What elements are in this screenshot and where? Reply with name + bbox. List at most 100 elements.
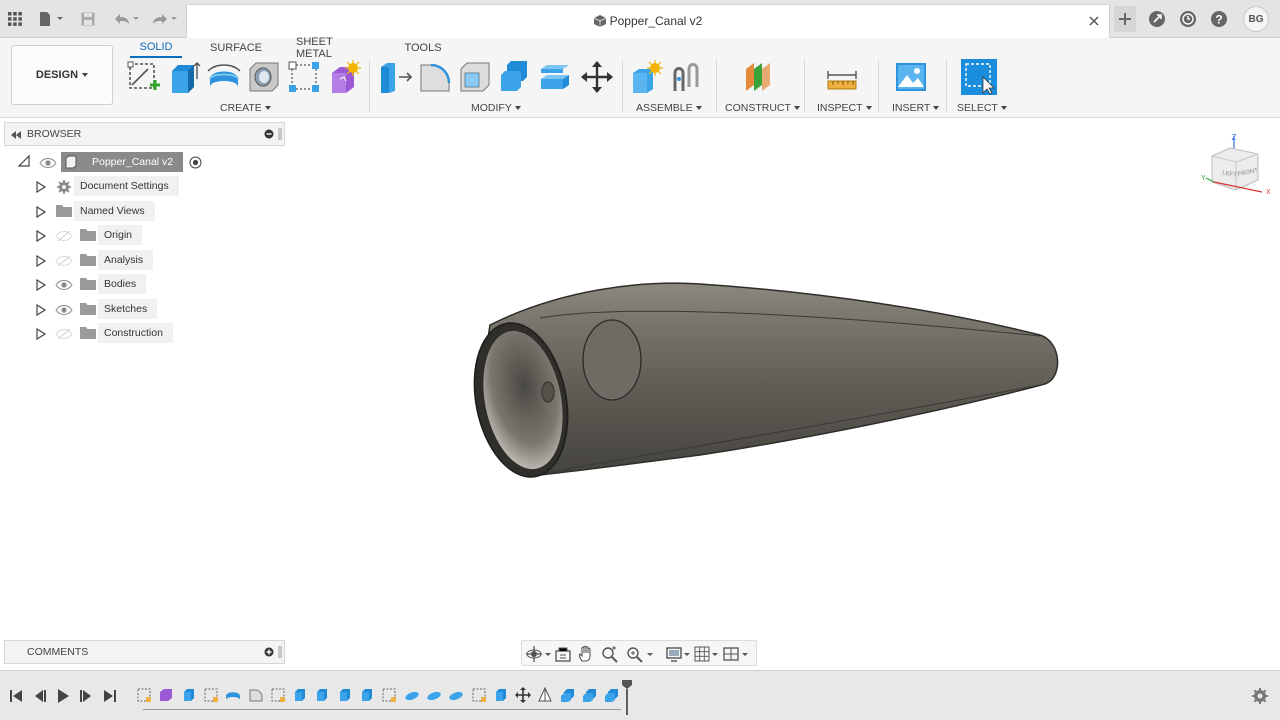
inspect-menu[interactable]: INSPECT — [817, 101, 872, 115]
new-tab-icon[interactable] — [1114, 6, 1136, 32]
tree-root-expander[interactable] — [17, 154, 31, 168]
extrude-feature-icon[interactable] — [292, 687, 308, 703]
browser-panel-header[interactable]: BROWSER — [4, 122, 285, 146]
extrude-feature-icon[interactable] — [493, 687, 509, 703]
minus-circle-icon[interactable] — [264, 129, 274, 139]
expand-chevron-icon[interactable] — [35, 205, 47, 218]
expand-chevron-icon[interactable] — [35, 278, 47, 292]
offset-face-icon[interactable] — [537, 59, 573, 95]
tree-item[interactable]: Sketches — [98, 298, 158, 319]
timeline-next-icon[interactable] — [78, 688, 94, 704]
tab-tools[interactable]: TOOLS — [400, 38, 446, 58]
combine-feature-icon[interactable] — [560, 687, 576, 703]
eye-hidden-icon[interactable] — [55, 327, 73, 340]
expand-chevron-icon[interactable] — [35, 303, 47, 316]
timeline-play-icon[interactable] — [55, 688, 71, 704]
insert-menu[interactable]: INSERT — [892, 101, 940, 115]
create-sketch-icon[interactable] — [126, 59, 162, 95]
tab-sheet-metal[interactable]: SHEET METAL — [296, 36, 370, 60]
combine-feature-icon[interactable] — [604, 687, 620, 703]
eye-icon[interactable] — [39, 156, 57, 168]
offset-plane-icon[interactable] — [740, 59, 776, 95]
revolve-icon[interactable] — [206, 59, 242, 95]
workspace-switcher-button[interactable]: DESIGN — [11, 45, 113, 105]
collapse-panel-icon[interactable] — [10, 130, 22, 140]
tree-item[interactable]: Document Settings — [74, 176, 179, 196]
tab-solid[interactable]: SOLID — [130, 38, 182, 58]
timeline-last-icon[interactable] — [102, 688, 118, 704]
activate-component-icon[interactable] — [189, 156, 202, 169]
panel-drag-handle[interactable] — [278, 128, 282, 140]
save-icon[interactable] — [77, 8, 99, 30]
eye-icon[interactable] — [55, 303, 73, 315]
panel-drag-handle[interactable] — [278, 646, 282, 658]
shell-icon[interactable] — [457, 59, 493, 95]
zoom-window-icon[interactable] — [600, 645, 622, 663]
help-icon[interactable]: ? — [1208, 8, 1230, 30]
assemble-menu[interactable]: ASSEMBLE — [636, 101, 702, 115]
sketch-feature-icon[interactable] — [270, 687, 286, 703]
extrude-icon[interactable] — [166, 59, 202, 95]
redo-icon[interactable] — [146, 8, 180, 30]
history-icon[interactable] — [1177, 8, 1199, 30]
display-settings-icon[interactable] — [665, 645, 691, 663]
pan-hand-icon[interactable] — [576, 645, 598, 663]
file-icon[interactable] — [36, 8, 66, 30]
undo-icon[interactable] — [108, 8, 142, 30]
expand-chevron-icon[interactable] — [35, 254, 47, 267]
plane-feature-icon[interactable] — [537, 686, 553, 703]
hole-icon[interactable] — [246, 59, 282, 95]
timeline-settings-gear-icon[interactable] — [1251, 687, 1269, 705]
construct-menu[interactable]: CONSTRUCT — [725, 101, 800, 115]
offset-feature-icon[interactable] — [404, 687, 420, 703]
timeline-first-icon[interactable] — [8, 688, 24, 704]
zoom-icon[interactable] — [625, 645, 655, 663]
eye-icon[interactable] — [55, 278, 73, 290]
tree-item[interactable]: Named Views — [74, 200, 155, 221]
select-menu[interactable]: SELECT — [957, 101, 1007, 115]
fillet-feature-icon[interactable] — [248, 687, 264, 703]
orbit-icon[interactable] — [525, 645, 551, 663]
create-menu[interactable]: CREATE — [220, 101, 271, 115]
grid-settings-icon[interactable] — [693, 645, 719, 663]
user-avatar[interactable]: BG — [1243, 6, 1269, 32]
document-tab[interactable]: Popper_Canal v2 — [186, 4, 1110, 38]
view-cube[interactable]: Z LEFT FRONT X Y — [1200, 132, 1272, 202]
extrude-feature-icon[interactable] — [359, 687, 375, 703]
combine-feature-icon[interactable] — [582, 687, 598, 703]
look-at-icon[interactable] — [553, 645, 575, 663]
tree-item[interactable]: Origin — [98, 225, 143, 245]
insert-image-icon[interactable] — [893, 59, 929, 95]
canvas-viewport[interactable]: Z LEFT FRONT X Y — [0, 118, 1280, 670]
select-icon[interactable] — [961, 59, 997, 95]
timeline-marker[interactable] — [621, 679, 633, 715]
eye-hidden-icon[interactable] — [55, 254, 73, 266]
revolve-feature-icon[interactable] — [225, 687, 241, 703]
expand-chevron-icon[interactable] — [35, 180, 47, 194]
new-component-icon[interactable] — [629, 59, 665, 95]
tree-item[interactable]: Analysis — [98, 249, 154, 270]
measure-icon[interactable] — [824, 59, 860, 95]
grid-menu-icon[interactable] — [4, 8, 26, 30]
tree-item[interactable]: Bodies — [98, 274, 147, 294]
viewports-icon[interactable] — [722, 645, 750, 663]
move-feature-icon[interactable] — [515, 687, 532, 703]
sketch-feature-icon[interactable] — [136, 687, 152, 703]
close-icon[interactable] — [1085, 12, 1103, 30]
modify-menu[interactable]: MODIFY — [471, 101, 521, 115]
press-pull-icon[interactable] — [377, 59, 413, 95]
rectangular-pattern-icon[interactable] — [286, 59, 322, 95]
tree-root-item[interactable]: Popper_Canal v2 — [61, 152, 183, 172]
popper-canal-body[interactable] — [462, 282, 1059, 485]
expand-chevron-icon[interactable] — [35, 327, 47, 341]
expand-chevron-icon[interactable] — [35, 229, 47, 243]
joint-icon[interactable] — [669, 59, 705, 95]
tree-item[interactable]: Construction — [98, 323, 173, 343]
sketch-feature-icon[interactable] — [471, 687, 487, 703]
sketch-feature-icon[interactable] — [203, 687, 219, 703]
move-icon[interactable] — [579, 59, 615, 95]
job-status-icon[interactable] — [1146, 8, 1168, 30]
add-comment-icon[interactable] — [264, 647, 274, 657]
eye-hidden-icon[interactable] — [55, 229, 73, 242]
form-feature-icon[interactable] — [158, 687, 174, 703]
